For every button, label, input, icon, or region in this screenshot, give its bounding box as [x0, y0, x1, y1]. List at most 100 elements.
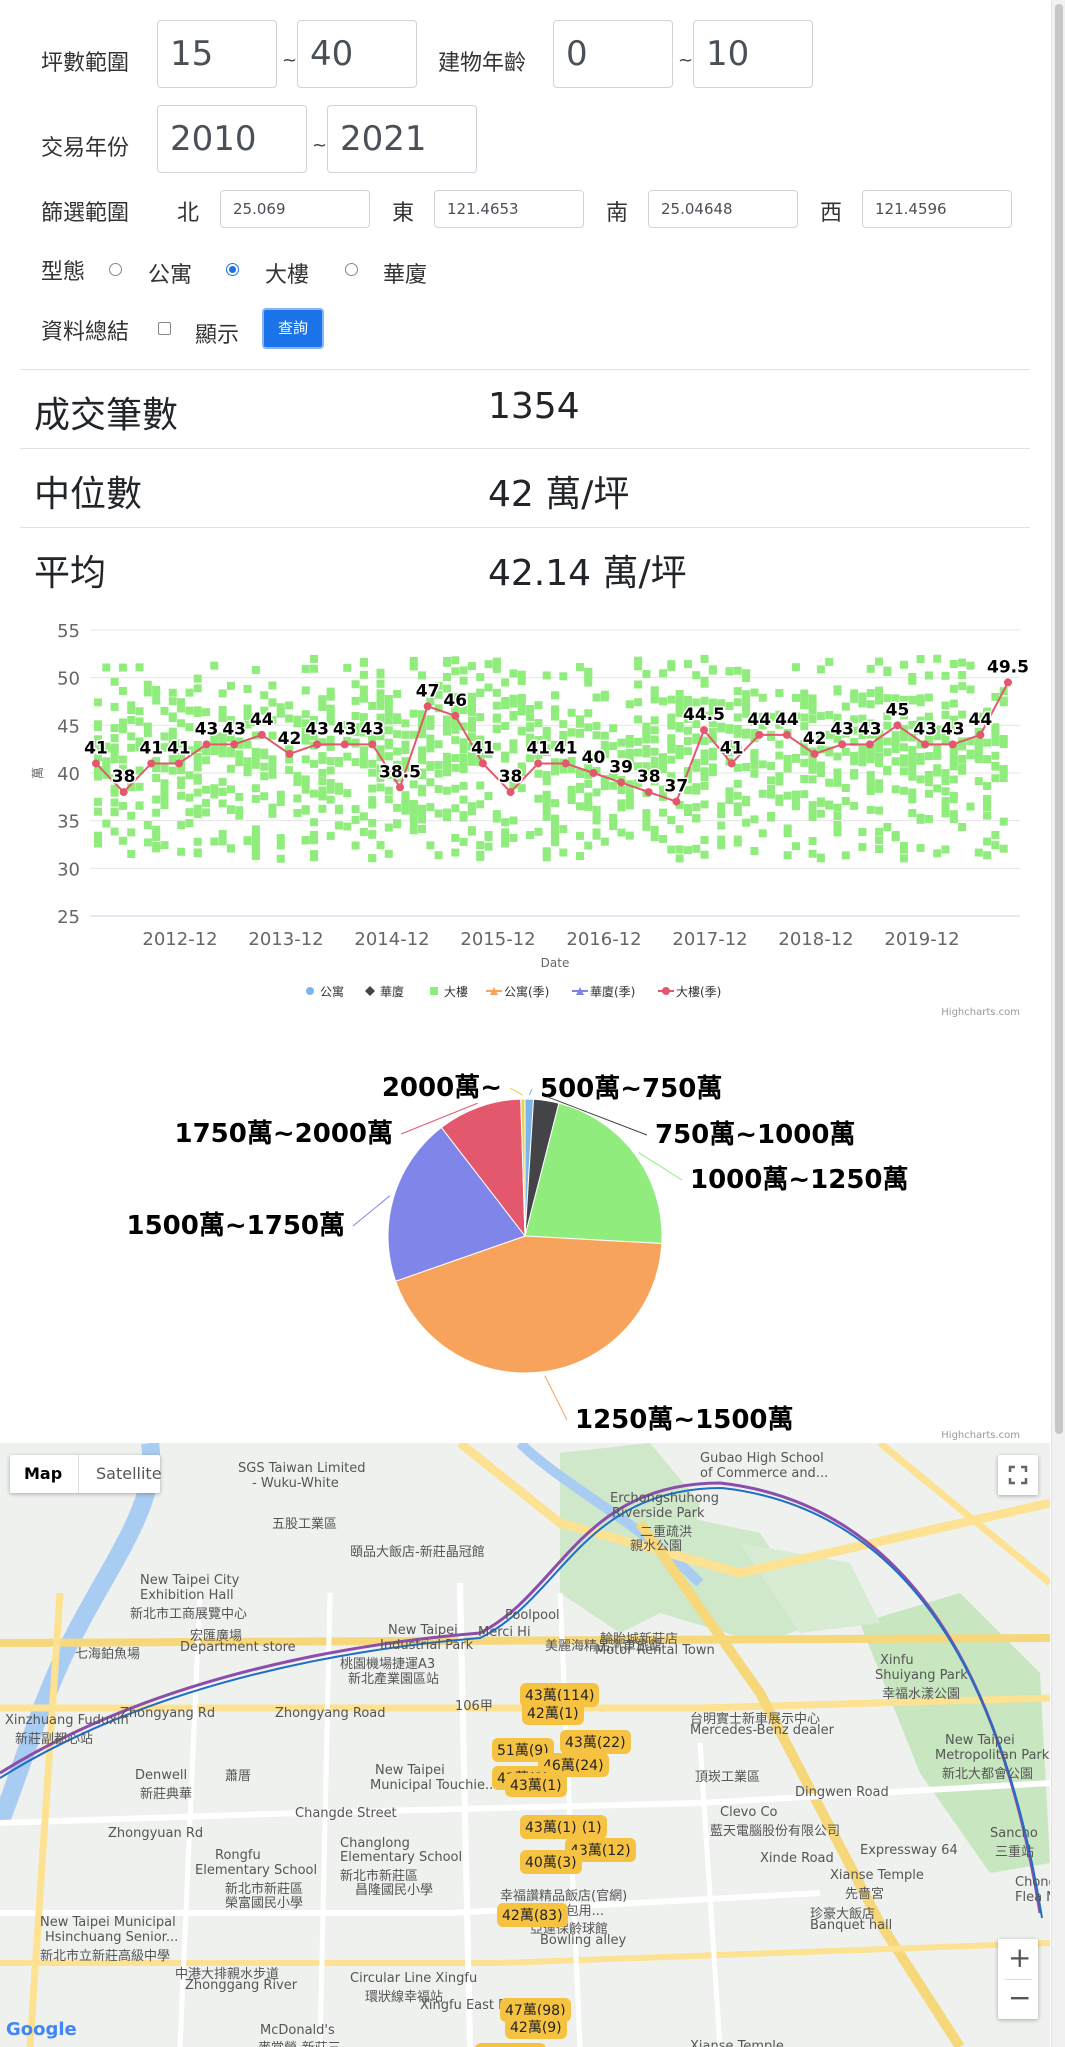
map-place-label[interactable]: Mercedes-Benz dealer	[690, 1723, 834, 1738]
map-place-label[interactable]: Changlong	[340, 1836, 410, 1851]
map-place-label[interactable]: 新莊副都心站	[15, 1728, 93, 1747]
map-place-label[interactable]: 五股工業區	[272, 1513, 337, 1532]
map-place-label[interactable]: 新北市立新莊高級中學	[40, 1945, 170, 1964]
map-place-label[interactable]: Xianse Temple	[690, 2039, 784, 2047]
show-summary-checkbox[interactable]	[158, 322, 171, 335]
map-place-label[interactable]: 新北大都會公園	[942, 1763, 1033, 1782]
map-place-label[interactable]: Sancho	[990, 1826, 1038, 1841]
west-input[interactable]: 121.4596	[862, 190, 1012, 228]
price-cluster-marker[interactable]: 42萬(83)	[497, 1903, 568, 1927]
map-place-label[interactable]: Municipal Touchie...	[370, 1778, 497, 1793]
map-place-label[interactable]: Exhibition Hall	[140, 1588, 234, 1603]
type-radio-building[interactable]	[226, 263, 239, 276]
map[interactable]: Map Satellite + − Google SGS Taiwan Limi…	[0, 1443, 1050, 2047]
map-place-label[interactable]: Clevo Co	[720, 1805, 778, 1820]
zoom-out-button[interactable]: −	[1008, 1981, 1031, 2014]
map-place-label[interactable]: New Taipei Municipal	[40, 1915, 176, 1930]
map-place-label[interactable]: 頂崁工業區	[695, 1766, 760, 1785]
legend-item[interactable]: 大樓(季)	[658, 984, 721, 999]
map-place-label[interactable]: Shuiyang Park	[875, 1668, 968, 1683]
map-place-label[interactable]: SGS Taiwan Limited	[238, 1461, 366, 1476]
map-place-label[interactable]: Circular Line Xingfu	[350, 1971, 477, 1986]
map-place-label[interactable]: Gubao High School	[700, 1451, 824, 1466]
map-place-label[interactable]: 三重站	[995, 1841, 1034, 1860]
map-place-label[interactable]: Hsinchuang Senior...	[45, 1930, 178, 1945]
map-place-label[interactable]: Industrial Park	[380, 1638, 473, 1653]
map-place-label[interactable]: Erchongshuhong	[610, 1491, 719, 1506]
map-place-label[interactable]: Changde Street	[295, 1806, 397, 1821]
map-place-label[interactable]: 七海鉑魚場	[75, 1643, 140, 1662]
fullscreen-button[interactable]	[998, 1455, 1038, 1495]
legend-item[interactable]: 大樓	[430, 984, 468, 999]
map-place-label[interactable]: Xinzhuang Fuduxin	[5, 1713, 129, 1728]
map-place-label[interactable]: 親水公園	[630, 1535, 682, 1554]
price-cluster-marker[interactable]: 43萬(1)	[520, 1815, 582, 1839]
map-place-label[interactable]: Bowling alley	[540, 1933, 626, 1948]
map-place-label[interactable]: 麥當勞-新莊三	[258, 2037, 341, 2047]
year-max-input[interactable]: 2021	[327, 105, 477, 173]
map-place-label[interactable]: 頤品大飯店-新莊晶冠館	[350, 1541, 485, 1560]
map-place-label[interactable]: Riverside Park	[612, 1506, 705, 1521]
map-place-label[interactable]: Banquet hall	[810, 1918, 892, 1933]
zoom-in-button[interactable]: +	[1008, 1941, 1031, 1974]
price-cluster-marker[interactable]: 43萬(1)	[505, 1773, 567, 1797]
map-place-label[interactable]: Xinde Road	[760, 1851, 834, 1866]
age-max-input[interactable]: 10	[693, 20, 813, 88]
legend-item[interactable]: 華廈	[365, 984, 404, 999]
map-place-label[interactable]: 106甲	[455, 1695, 493, 1714]
map-place-label[interactable]: 新北市工商展覽中心	[130, 1603, 247, 1622]
price-cluster-marker[interactable]: 45萬(49)	[475, 2043, 546, 2047]
type-radio-apartment[interactable]	[109, 263, 122, 276]
map-place-label[interactable]: New Taipei City	[140, 1573, 239, 1588]
price-cluster-marker[interactable]: 40萬(3)	[520, 1850, 582, 1874]
map-place-label[interactable]: 藍天電腦股份有限公司	[710, 1820, 840, 1839]
query-button[interactable]: 查詢	[262, 308, 324, 349]
map-place-label[interactable]: 榮富國民小學	[225, 1892, 303, 1911]
map-place-label[interactable]: 新北產業園區站	[348, 1668, 439, 1687]
price-cluster-marker[interactable]: 42萬(9)	[505, 2015, 567, 2039]
map-place-label[interactable]: Metropolitan Park	[935, 1748, 1049, 1763]
type-radio-mansion[interactable]	[345, 263, 358, 276]
map-place-label[interactable]: Zhonggang River	[185, 1978, 297, 1993]
age-min-input[interactable]: 0	[553, 20, 673, 88]
map-place-label[interactable]: McDonald's	[260, 2023, 335, 2038]
map-place-label[interactable]: Department store	[180, 1640, 296, 1655]
map-place-label[interactable]: Flea M	[1015, 1890, 1050, 1905]
legend-item[interactable]: 公寓(季)	[486, 984, 549, 999]
legend-item[interactable]: 華廈(季)	[572, 984, 635, 999]
north-input[interactable]: 25.069	[220, 190, 370, 228]
map-place-label[interactable]: Zhongyang Rd	[120, 1706, 215, 1721]
map-place-label[interactable]: Xinfu	[880, 1653, 914, 1668]
south-input[interactable]: 25.04648	[648, 190, 798, 228]
map-place-label[interactable]: Motor Rental Town	[595, 1643, 715, 1658]
map-place-label[interactable]: New Taipei	[945, 1733, 1015, 1748]
map-place-label[interactable]: of Commerce and...	[700, 1466, 828, 1481]
map-place-label[interactable]: Chongx	[1015, 1875, 1050, 1890]
map-place-label[interactable]: Dingwen Road	[795, 1785, 889, 1800]
area-min-input[interactable]: 15	[157, 20, 277, 88]
map-place-label[interactable]: Rongfu	[215, 1848, 261, 1863]
map-place-label[interactable]: New Taipei	[388, 1623, 458, 1638]
map-place-label[interactable]: 新莊典華	[140, 1783, 192, 1802]
map-place-label[interactable]: 幸福水漾公園	[882, 1683, 960, 1702]
price-cluster-marker[interactable]: 43萬(22)	[560, 1730, 631, 1754]
scrollbar-thumb[interactable]	[1055, 4, 1063, 1434]
map-button[interactable]: Map	[24, 1464, 62, 1483]
map-place-label[interactable]: New Taipei	[375, 1763, 445, 1778]
map-place-label[interactable]: Merci Hi	[478, 1625, 531, 1640]
map-place-label[interactable]: Elementary School	[340, 1850, 462, 1865]
map-place-label[interactable]: Elementary School	[195, 1863, 317, 1878]
map-place-label[interactable]: 蕭厝	[225, 1765, 251, 1784]
map-place-label[interactable]: Expressway 64	[860, 1843, 958, 1858]
map-place-label[interactable]: Xianse Temple	[830, 1868, 924, 1883]
east-input[interactable]: 121.4653	[434, 190, 584, 228]
map-place-label[interactable]: Zhongyang Road	[275, 1706, 386, 1721]
map-place-label[interactable]: Poolpool	[505, 1608, 560, 1623]
legend-item[interactable]: 公寓	[306, 984, 344, 999]
map-place-label[interactable]: 先嗇宮	[845, 1883, 884, 1902]
map-place-label[interactable]: - Wuku-White	[252, 1476, 339, 1491]
map-place-label[interactable]: Denwell	[135, 1768, 187, 1783]
satellite-button[interactable]: Satellite	[96, 1464, 162, 1483]
price-cluster-marker[interactable]: 42萬(1)	[522, 1701, 584, 1725]
year-min-input[interactable]: 2010	[157, 105, 307, 173]
